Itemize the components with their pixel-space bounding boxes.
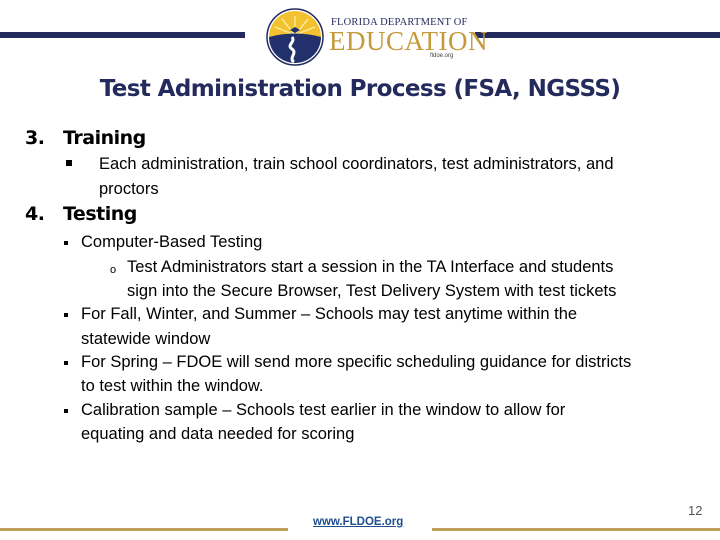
sub-list-item: Test Administrators start a session in t… bbox=[127, 258, 614, 276]
section-number: 4. bbox=[25, 203, 45, 225]
list-item: For Fall, Winter, and Summer – Schools m… bbox=[81, 305, 578, 323]
list-item-continued: equating and data needed for scoring bbox=[81, 425, 355, 443]
section-title: Training bbox=[63, 127, 146, 149]
section-heading-training: 3. Training bbox=[25, 127, 146, 149]
square-bullet-icon bbox=[64, 409, 68, 413]
square-bullet-icon bbox=[64, 241, 68, 245]
square-bullet-icon bbox=[64, 361, 68, 365]
list-item-continued: proctors bbox=[99, 180, 159, 198]
list-item: Computer-Based Testing bbox=[81, 233, 263, 251]
header-bar-right bbox=[475, 32, 720, 38]
fldoe-website-link[interactable]: www.FLDOE.org bbox=[313, 516, 403, 528]
sub-list-item-continued: sign into the Secure Browser, Test Deliv… bbox=[127, 282, 617, 300]
logo-title-main: EDUCATION bbox=[329, 26, 488, 56]
header-bar-left bbox=[0, 32, 245, 38]
circle-bullet-icon: o bbox=[110, 264, 117, 276]
square-bullet-icon bbox=[64, 313, 68, 317]
section-heading-testing: 4. Testing bbox=[25, 203, 137, 225]
section-number: 3. bbox=[25, 127, 45, 149]
fldoe-seal-icon bbox=[266, 8, 324, 66]
list-item: Each administration, train school coordi… bbox=[99, 155, 614, 173]
list-item-continued: to test within the window. bbox=[81, 377, 264, 395]
slide-title: Test Administration Process (FSA, NGSSS) bbox=[99, 76, 621, 102]
fldoe-logo: FLORIDA DEPARTMENT OF EDUCATION fldoe.or… bbox=[266, 6, 488, 66]
footer-rule-right bbox=[432, 528, 720, 531]
list-item: For Spring – FDOE will send more specifi… bbox=[81, 353, 632, 371]
list-item: Calibration sample – Schools test earlie… bbox=[81, 401, 566, 419]
logo-url: fldoe.org bbox=[430, 53, 454, 59]
page-number: 12 bbox=[688, 503, 703, 518]
footer-rule-left bbox=[0, 528, 288, 531]
section-title: Testing bbox=[63, 203, 137, 225]
list-item-continued: statewide window bbox=[81, 330, 211, 348]
square-bullet-icon bbox=[66, 160, 72, 166]
